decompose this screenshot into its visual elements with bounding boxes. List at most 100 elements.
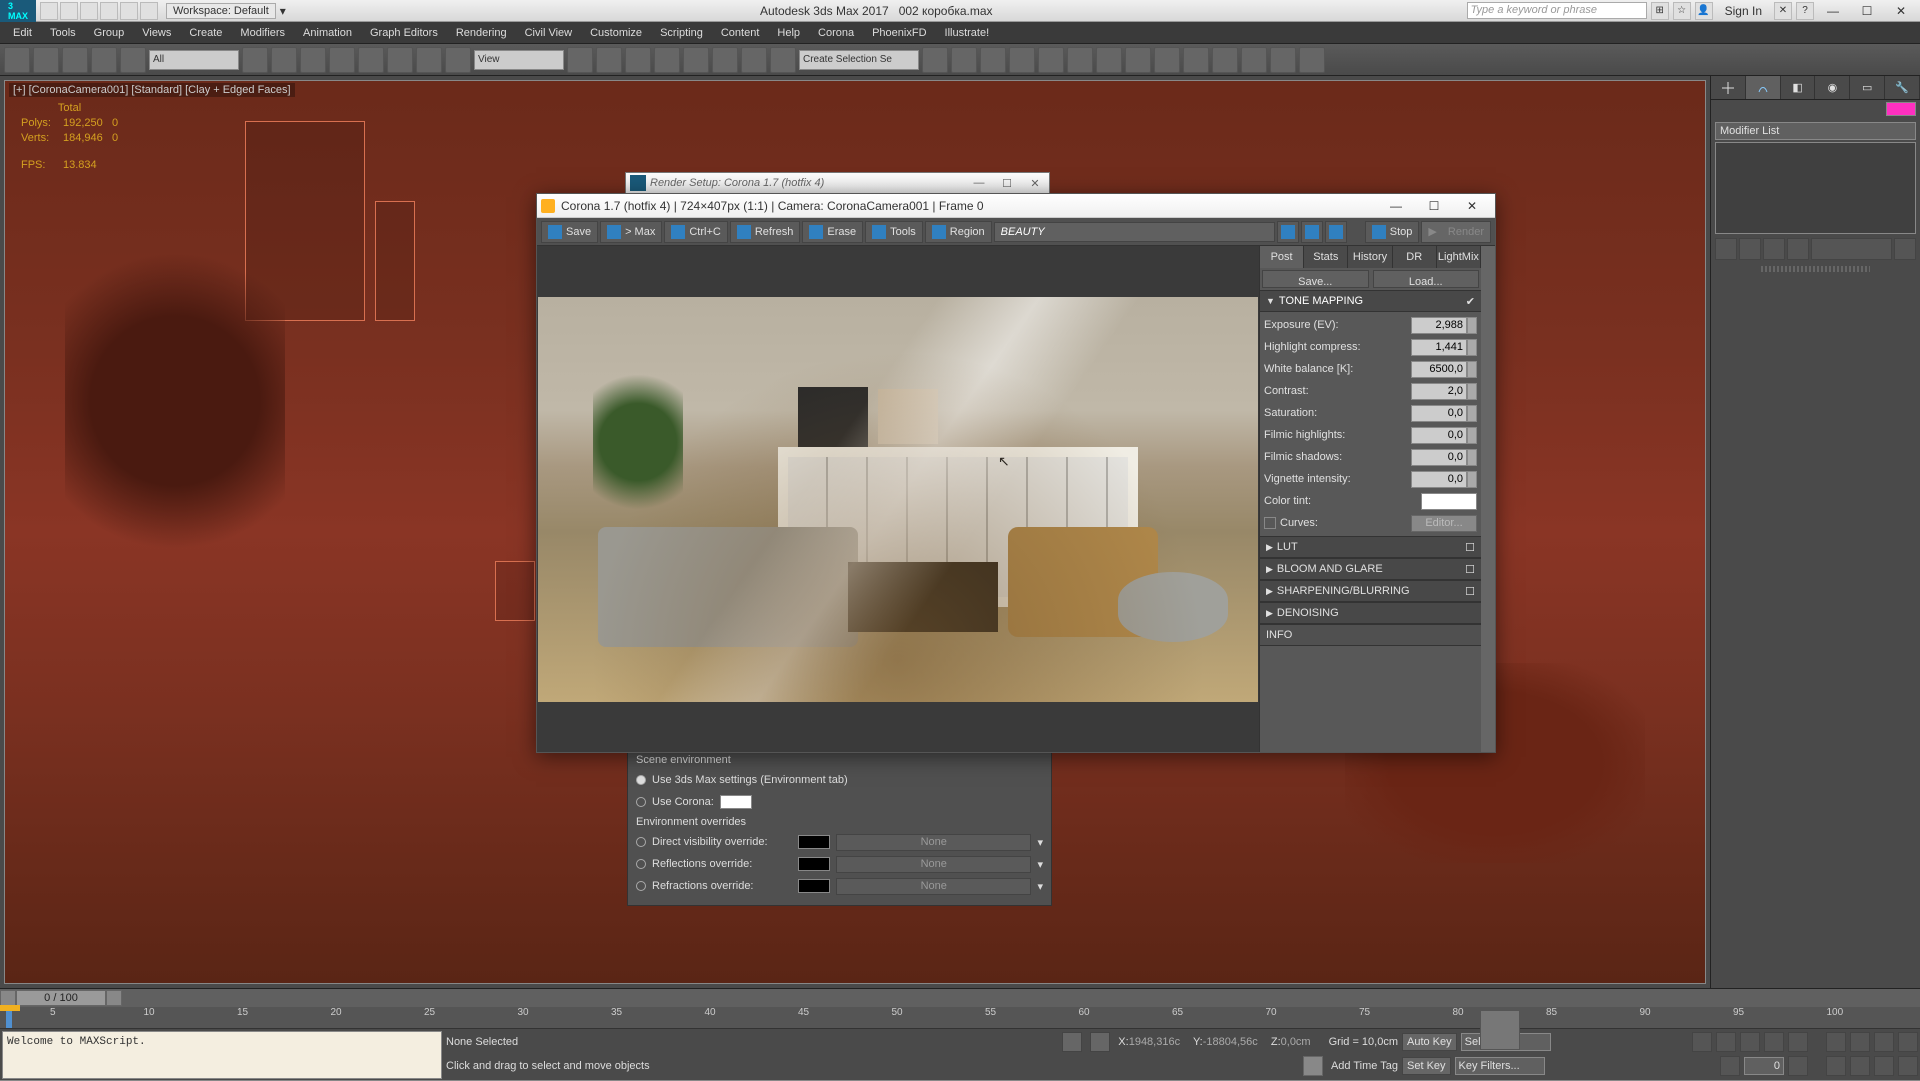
sharpen-enable-check[interactable]: ☐ [1465, 585, 1475, 598]
tint-swatch[interactable] [1421, 493, 1477, 510]
env-use-max-radio[interactable] [636, 775, 646, 785]
nav-fov-button[interactable] [1898, 1032, 1918, 1052]
exchange-icon[interactable]: ✕ [1774, 2, 1792, 20]
snap-toggle-button[interactable] [654, 47, 680, 73]
undo-button[interactable] [4, 47, 30, 73]
render-preset-button[interactable] [1270, 47, 1296, 73]
time-slider[interactable]: 0 / 100 [0, 989, 1920, 1007]
menu-scripting[interactable]: Scripting [651, 22, 712, 44]
wb-spin-ctrl[interactable] [1467, 361, 1477, 378]
qat-new-icon[interactable] [40, 2, 58, 20]
redo-button[interactable] [33, 47, 59, 73]
current-frame-field[interactable]: 0 [1744, 1057, 1784, 1075]
render-setup-window[interactable]: Render Setup: Corona 1.7 (hotfix 4) — ☐ … [625, 172, 1050, 194]
make-unique-button[interactable] [1763, 238, 1785, 260]
vfb-tools-button[interactable]: Tools [865, 221, 923, 243]
select-object-button[interactable] [242, 47, 268, 73]
exposure-spin-ctrl[interactable] [1467, 317, 1477, 334]
refr-toggle[interactable]: ▾ [1037, 880, 1043, 893]
key-mode-toggle[interactable] [1720, 1056, 1740, 1076]
key-filters-button[interactable]: Key Filters... [1455, 1057, 1545, 1075]
ref-coord-dropdown[interactable]: View [474, 50, 564, 70]
menu-create[interactable]: Create [180, 22, 231, 44]
vfb-titlebar[interactable]: Corona 1.7 (hotfix 4) | 724×407px (1:1) … [537, 194, 1495, 218]
help-search-input[interactable]: Type a keyword or phrase [1467, 2, 1647, 19]
section-denoise[interactable]: ▶DENOISING [1260, 602, 1481, 624]
next-frame-button[interactable] [1764, 1032, 1784, 1052]
add-time-tag-icon[interactable] [1303, 1056, 1323, 1076]
a360-icon[interactable]: ☆ [1673, 2, 1691, 20]
direct-vis-toggle[interactable]: ▾ [1037, 836, 1043, 849]
vfb-zoom-fit-button[interactable] [1301, 221, 1323, 243]
manipulate-button[interactable] [596, 47, 622, 73]
select-region-button[interactable] [300, 47, 326, 73]
contrast-spinner[interactable]: 2,0 [1411, 383, 1467, 400]
menu-civilview[interactable]: Civil View [516, 22, 581, 44]
menu-views[interactable]: Views [133, 22, 180, 44]
vfb-refresh-button[interactable]: Refresh [730, 221, 801, 243]
nav-orbit-button[interactable] [1874, 1056, 1894, 1076]
menu-group[interactable]: Group [85, 22, 134, 44]
link-button[interactable] [62, 47, 88, 73]
render-production-button[interactable] [1183, 47, 1209, 73]
viewport-label[interactable]: [+] [CoronaCamera001] [Standard] [Clay +… [9, 83, 295, 97]
select-move-button[interactable] [358, 47, 384, 73]
vfb-image-area[interactable]: ↖ [537, 246, 1259, 752]
lut-enable-check[interactable]: ☐ [1465, 541, 1475, 554]
bind-space-warp-button[interactable] [120, 47, 146, 73]
pin-stack-button[interactable] [1715, 238, 1737, 260]
play-button[interactable] [1740, 1032, 1760, 1052]
prev-frame-button[interactable] [1716, 1032, 1736, 1052]
sign-in-link[interactable]: Sign In [1717, 4, 1770, 18]
refl-map[interactable]: None [836, 856, 1031, 873]
ribbon-button[interactable] [1009, 47, 1035, 73]
qat-link-icon[interactable] [140, 2, 158, 20]
nav-walk-button[interactable] [1850, 1056, 1870, 1076]
saturation-spin-ctrl[interactable] [1467, 405, 1477, 422]
timeslider-next[interactable] [106, 990, 122, 1006]
mirror-button[interactable] [922, 47, 948, 73]
window-crossing-button[interactable] [329, 47, 355, 73]
configure-sets-button[interactable] [1894, 238, 1916, 260]
nav-zoom-extents-button[interactable] [1874, 1032, 1894, 1052]
tab-post[interactable]: Post [1260, 246, 1304, 268]
spinner-snap-button[interactable] [741, 47, 767, 73]
set-key-button[interactable]: Set Key [1402, 1057, 1451, 1075]
tab-stats[interactable]: Stats [1304, 246, 1348, 268]
filmic-sh-spin-ctrl[interactable] [1467, 449, 1477, 466]
section-lut[interactable]: ▶LUT☐ [1260, 536, 1481, 558]
highlight-spin-ctrl[interactable] [1467, 339, 1477, 356]
render-button[interactable] [1299, 47, 1325, 73]
vfb-erase-button[interactable]: Erase [802, 221, 863, 243]
placement-button[interactable] [445, 47, 471, 73]
tab-lightmix[interactable]: LightMix [1437, 246, 1481, 268]
object-color-swatch[interactable] [1886, 102, 1916, 116]
timeslider-prev[interactable] [0, 990, 16, 1006]
menu-content[interactable]: Content [712, 22, 769, 44]
menu-corona[interactable]: Corona [809, 22, 863, 44]
vignette-spinner[interactable]: 0,0 [1411, 471, 1467, 488]
vfb-copy-button[interactable]: Ctrl+C [664, 221, 727, 243]
vfb-maximize[interactable]: ☐ [1415, 199, 1453, 213]
highlight-spinner[interactable]: 1,441 [1411, 339, 1467, 356]
auto-key-button[interactable]: Auto Key [1402, 1033, 1457, 1051]
select-by-name-button[interactable] [271, 47, 297, 73]
align-button[interactable] [951, 47, 977, 73]
vfb-pass-dropdown[interactable]: BEAUTY [994, 222, 1275, 242]
menu-illustrate[interactable]: Illustrate! [936, 22, 999, 44]
vfb-render-button[interactable]: ▶ Render [1421, 221, 1491, 243]
layers-button[interactable] [980, 47, 1006, 73]
time-ruler[interactable]: 5101520253035404550556065707580859095100 [0, 1007, 1920, 1029]
use-center-button[interactable] [567, 47, 593, 73]
help-icon[interactable]: ? [1796, 2, 1814, 20]
render-setup-button[interactable] [1125, 47, 1151, 73]
filmic-hl-spin-ctrl[interactable] [1467, 427, 1477, 444]
menu-phoenixfd[interactable]: PhoenixFD [863, 22, 935, 44]
section-sharpen[interactable]: ▶SHARPENING/BLURRING☐ [1260, 580, 1481, 602]
minimize-button[interactable]: — [1818, 0, 1848, 22]
user-icon[interactable]: 👤 [1695, 2, 1713, 20]
vignette-spin-ctrl[interactable] [1467, 471, 1477, 488]
qat-redo-icon[interactable] [120, 2, 138, 20]
schematic-button[interactable] [1067, 47, 1093, 73]
filmic-hl-spinner[interactable]: 0,0 [1411, 427, 1467, 444]
